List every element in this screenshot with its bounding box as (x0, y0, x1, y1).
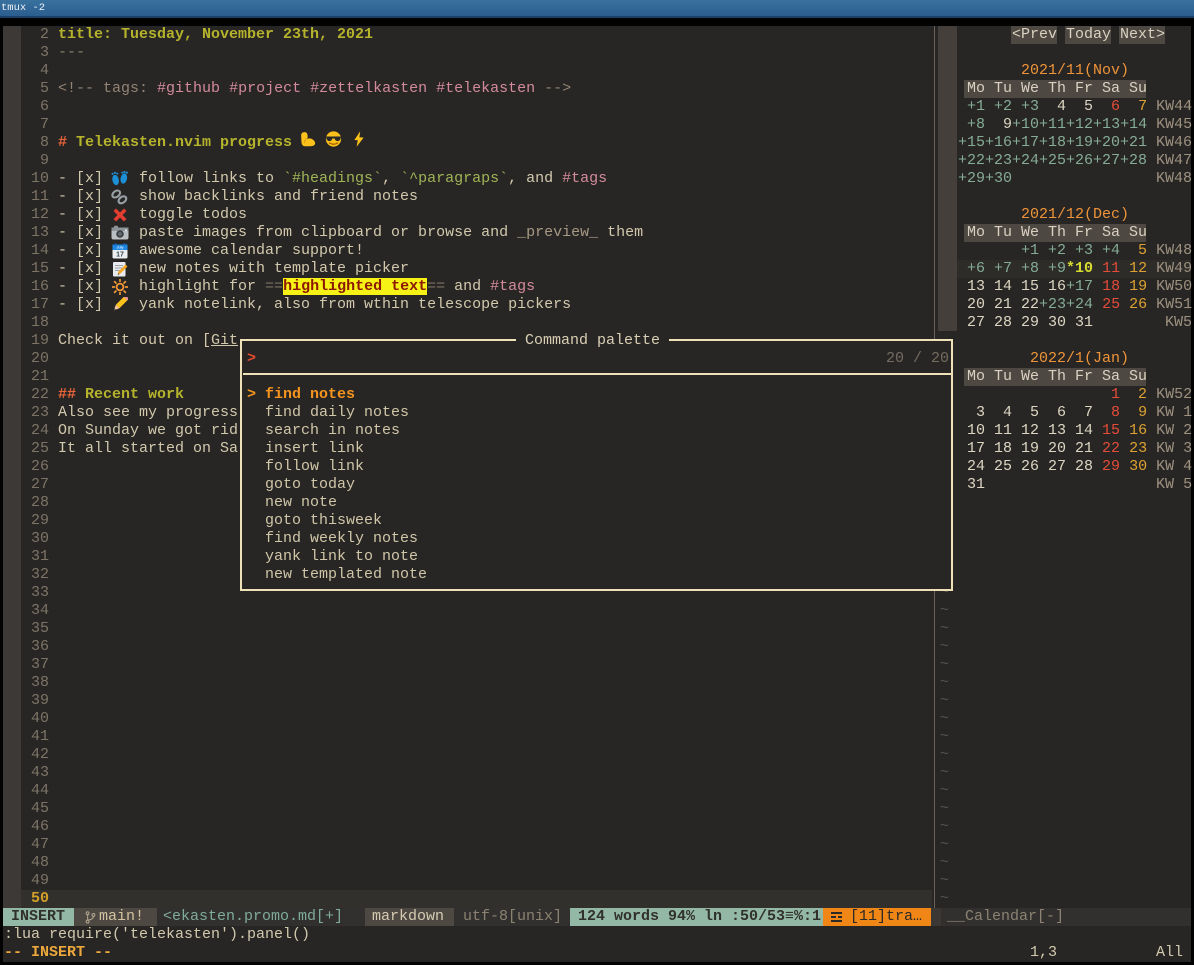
svg-text:17: 17 (116, 252, 124, 259)
svg-text:July: July (116, 245, 123, 250)
